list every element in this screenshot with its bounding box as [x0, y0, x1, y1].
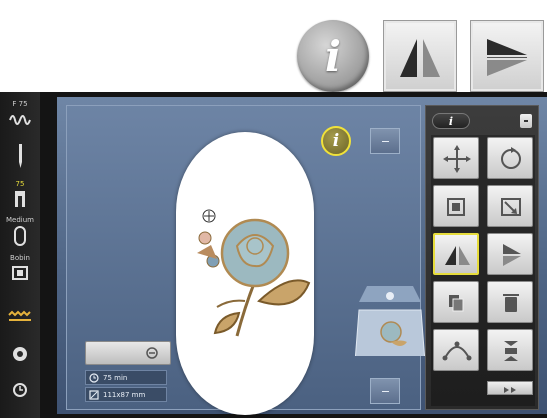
- duplicate-button[interactable]: [433, 281, 479, 323]
- thread-tension-icon[interactable]: [8, 110, 32, 128]
- info-button[interactable]: i: [297, 20, 369, 92]
- panel-info-button[interactable]: i: [432, 113, 470, 129]
- delete-button[interactable]: [487, 281, 533, 323]
- tool-grid: [431, 135, 535, 406]
- scroll-up-button[interactable]: [370, 128, 400, 154]
- feed-dog-icon[interactable]: [8, 310, 32, 324]
- mirror-left-right-button[interactable]: [383, 20, 457, 92]
- canvas-info-button[interactable]: i: [321, 126, 351, 156]
- curve-button[interactable]: [433, 329, 479, 371]
- next-page-button[interactable]: [487, 381, 533, 395]
- stitch-time-display: 75 min: [85, 370, 167, 385]
- double-arrow-icon: [504, 387, 516, 393]
- mirror-left-right-button[interactable]: [433, 233, 479, 275]
- move-button[interactable]: [433, 137, 479, 179]
- info-label: i: [325, 31, 341, 81]
- status-sidebar: F 75 75 Medium Bobin: [0, 92, 40, 418]
- needle-icon[interactable]: [8, 142, 32, 168]
- edit-tool-panel: i: [425, 105, 539, 410]
- resize-button[interactable]: [433, 185, 479, 227]
- rotate-button[interactable]: [487, 137, 533, 179]
- design-size-display: 111x87 mm: [85, 387, 167, 402]
- embroidery-design[interactable]: [185, 201, 315, 341]
- design-preview[interactable]: [355, 286, 425, 356]
- panel-info-label: i: [448, 114, 454, 128]
- clock-icon: [89, 372, 99, 383]
- machine-display: F 75 75 Medium Bobin i 75 min 111x87 mm …: [0, 92, 547, 418]
- mirror-up-down-button[interactable]: [470, 20, 544, 92]
- rotate-icon: [501, 147, 521, 169]
- scroll-down-button[interactable]: [370, 378, 400, 404]
- settings-gear-icon[interactable]: [8, 344, 32, 364]
- move-icon: [443, 145, 471, 173]
- mirror-up-down-icon: [487, 39, 527, 76]
- foot-label: Medium: [6, 216, 34, 224]
- bobbin-label: Bobin: [10, 254, 30, 262]
- mirror-left-right-icon: [445, 246, 470, 265]
- size-icon: [89, 389, 99, 400]
- design-size-value: 111x87 mm: [103, 390, 146, 399]
- stitch-density-icon: [504, 341, 518, 361]
- resize-icon: [447, 198, 465, 216]
- panel-minimize-button[interactable]: [520, 114, 532, 128]
- scale-proportional-button[interactable]: [487, 185, 533, 227]
- delete-icon: [503, 294, 519, 312]
- clock-icon[interactable]: [8, 382, 32, 398]
- thread-tension-value: F 75: [12, 100, 28, 108]
- scale-proportional-icon: [501, 198, 521, 216]
- needle-size-value: 75: [15, 180, 25, 188]
- presser-foot-icon[interactable]: [8, 188, 32, 210]
- zoom-button[interactable]: [85, 341, 171, 365]
- edit-area: i 75 min 111x87 mm: [66, 105, 425, 415]
- hoop-icon[interactable]: [8, 224, 32, 248]
- curve-icon: [442, 341, 472, 361]
- stitch-density-button[interactable]: [487, 329, 533, 371]
- stitch-time-value: 75 min: [103, 373, 128, 382]
- zoom-icon: [146, 347, 158, 359]
- canvas-info-label: i: [332, 131, 340, 151]
- bobbin-icon[interactable]: [8, 264, 32, 282]
- mirror-up-down-button[interactable]: [487, 233, 533, 275]
- duplicate-icon: [449, 295, 464, 312]
- mirror-up-down-icon: [503, 244, 521, 266]
- mirror-left-right-icon: [400, 39, 440, 77]
- embroidery-screen: i 75 min 111x87 mm i: [57, 97, 547, 415]
